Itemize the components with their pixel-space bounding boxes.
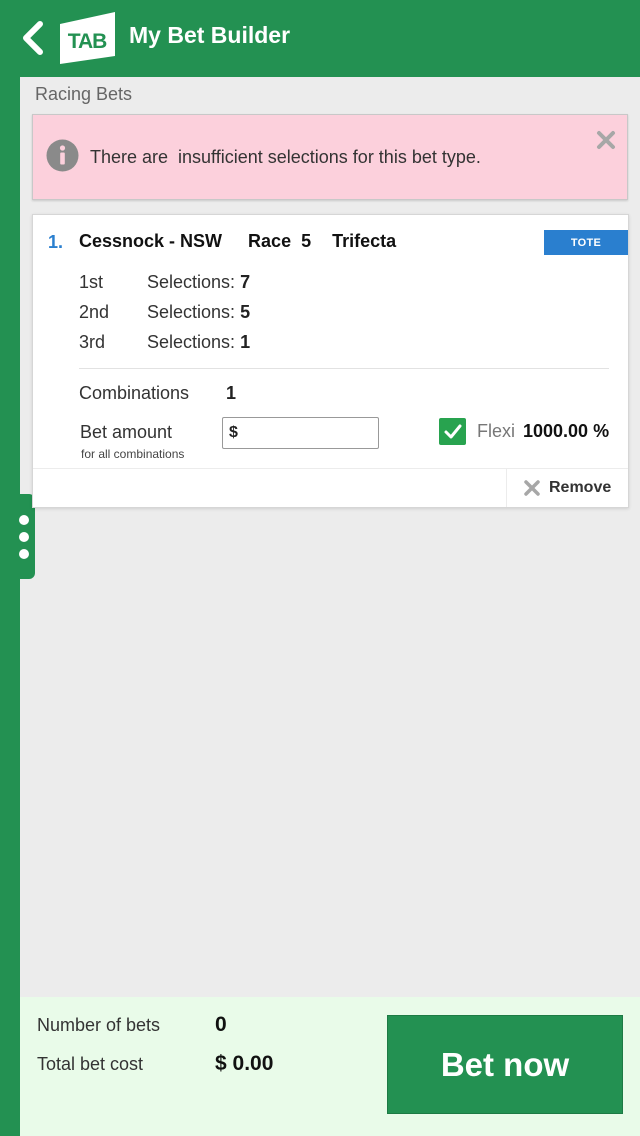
bet-now-button[interactable]: Bet now (387, 1015, 623, 1114)
bet-amount-sublabel: for all combinations (81, 447, 185, 461)
alert-message: There are insufficient selections for th… (90, 147, 481, 167)
back-button[interactable] (18, 20, 48, 56)
check-icon (444, 424, 461, 438)
selection-position: 1st (79, 272, 104, 292)
bet-type: Trifecta (332, 231, 397, 251)
selection-count: 5 (240, 302, 251, 322)
selection-label: Selections: (147, 302, 241, 322)
side-menu-handle[interactable] (0, 494, 35, 579)
number-of-bets-value: 0 (215, 1013, 227, 1036)
selection-row: 2nd Selections: 5 (79, 302, 250, 323)
tab-logo: TAB (60, 12, 115, 64)
page-title: My Bet Builder (129, 22, 291, 48)
side-rail (0, 77, 20, 1136)
flexi-value: 1000.00 % (523, 421, 610, 441)
remove-button[interactable]: Remove (506, 469, 628, 507)
currency-prefix: $ (229, 424, 238, 441)
bet-venue: Cessnock - NSW (79, 231, 223, 251)
section-label: Racing Bets (35, 84, 133, 104)
number-of-bets-label: Number of bets (37, 1015, 161, 1035)
bet-amount-input[interactable]: $ (222, 417, 379, 449)
close-icon[interactable] (595, 129, 617, 151)
race-number: 5 (301, 231, 312, 251)
chevron-left-icon (23, 21, 43, 55)
info-icon (46, 139, 79, 172)
error-alert: There are insufficient selections for th… (32, 114, 628, 200)
tote-badge: TOTE (544, 230, 628, 255)
flexi-label: Flexi (477, 421, 516, 441)
selection-count: 1 (240, 332, 251, 352)
combinations-label: Combinations (79, 383, 190, 403)
bet-summary-bar: Number of bets 0 Total bet cost $ 0.00 B… (20, 997, 640, 1136)
svg-text:TAB: TAB (68, 30, 107, 53)
selection-count: 7 (240, 272, 251, 292)
selection-position: 3rd (79, 332, 106, 352)
selection-row: 3rd Selections: 1 (79, 332, 250, 353)
bet-title: Cessnock - NSW Race 5 Trifecta (79, 231, 396, 252)
close-icon (524, 480, 540, 496)
selection-label: Selections: (147, 272, 241, 292)
divider (79, 368, 609, 369)
total-bet-cost-label: Total bet cost (37, 1054, 144, 1074)
selection-label: Selections: (147, 332, 241, 352)
bet-amount-label: Bet amount (80, 422, 173, 442)
remove-label: Remove (549, 479, 612, 496)
flexi-checkbox[interactable] (439, 418, 466, 445)
race-label: Race (248, 231, 292, 251)
selection-position: 2nd (79, 302, 110, 322)
total-bet-cost-value: $ 0.00 (215, 1052, 274, 1075)
selection-row: 1st Selections: 7 (79, 272, 250, 293)
bet-number: 1. (48, 232, 64, 252)
app-header: TAB My Bet Builder (0, 0, 640, 77)
combinations-value: 1 (226, 383, 237, 403)
bet-card: 1. Cessnock - NSW Race 5 Trifecta TOTE 1… (32, 214, 629, 508)
